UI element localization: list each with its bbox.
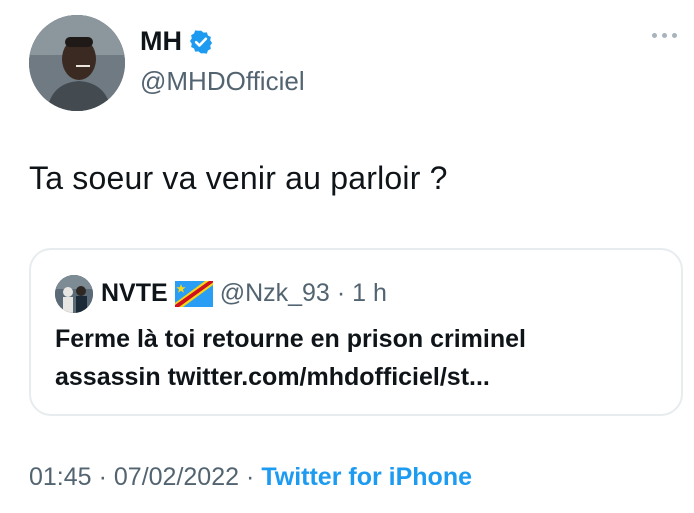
more-dot — [662, 32, 667, 38]
quoted-timestamp[interactable]: 1 h — [352, 279, 387, 308]
tweet-date[interactable]: 07/02/2022 — [114, 463, 239, 492]
quoted-author-avatar[interactable] — [55, 275, 93, 313]
author-display-name-row: MH — [140, 26, 214, 57]
tweet-source-link[interactable]: Twitter for iPhone — [261, 463, 472, 492]
quoted-handle[interactable]: @Nzk_93 — [220, 279, 330, 308]
quoted-tweet-header: NVTE @Nzk_93 · 1 h — [101, 279, 387, 308]
quoted-tweet-text: Ferme là toi retourne en prison criminel… — [55, 320, 665, 396]
author-display-name[interactable]: MH — [140, 26, 182, 57]
more-dot — [672, 32, 677, 38]
quoted-separator: · — [336, 279, 346, 307]
quoted-display-name[interactable]: NVTE — [101, 279, 168, 308]
tweet-text: Ta soeur va venir au parloir ? — [29, 160, 448, 196]
quoted-text-line: assassin twitter.com/mhdofficiel/st... — [55, 363, 490, 391]
avatar-photo — [29, 15, 125, 111]
meta-separator: · — [98, 463, 107, 491]
quoted-text-line: Ferme là toi retourne en prison criminel — [55, 325, 526, 353]
tweet-time[interactable]: 01:45 — [29, 463, 92, 492]
tweet-meta: 01:45 · 07/02/2022 · Twitter for iPhone — [29, 463, 472, 492]
author-avatar[interactable] — [29, 15, 125, 111]
meta-separator: · — [246, 463, 255, 491]
quoted-avatar-photo — [55, 275, 93, 313]
verified-badge-icon — [189, 29, 213, 54]
dr-congo-flag-icon — [174, 280, 213, 307]
author-handle[interactable]: @MHDOfficiel — [140, 66, 305, 97]
more-options-icon[interactable] — [652, 30, 680, 40]
more-dot — [652, 32, 657, 38]
quoted-tweet-card[interactable]: NVTE @Nzk_93 · 1 h Ferme là toi retourne… — [29, 248, 683, 416]
